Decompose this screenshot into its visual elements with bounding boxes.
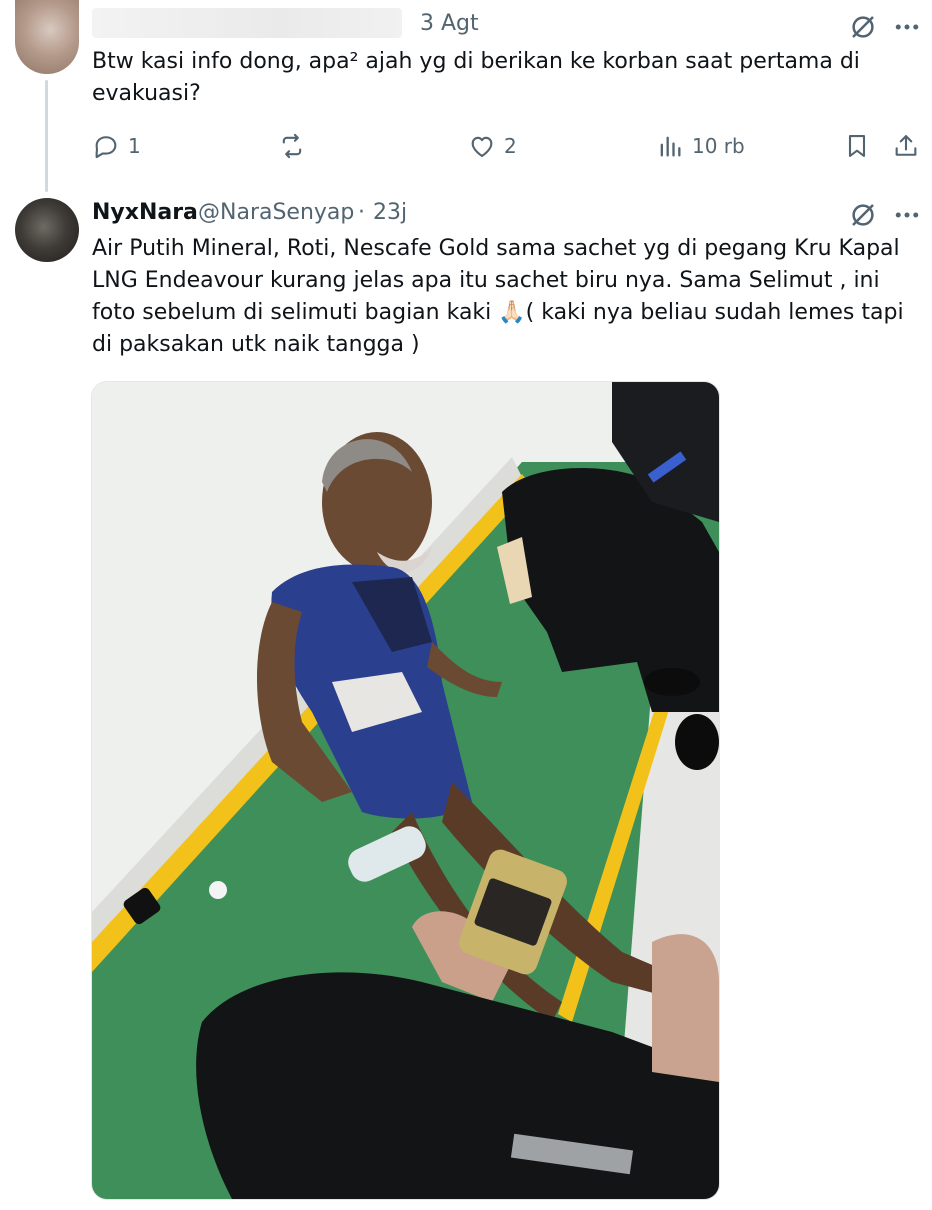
- bookmark-icon: [848, 135, 866, 157]
- reply-button[interactable]: 1: [92, 130, 141, 162]
- author-display-name[interactable]: NyxNara: [92, 200, 198, 225]
- repost-icon: [282, 133, 302, 159]
- tweet-text: Air Putih Mineral, Roti, Nescafe Gold sa…: [92, 236, 904, 357]
- like-button[interactable]: 2: [468, 130, 517, 162]
- views-count: 10 rb: [692, 134, 745, 158]
- more-dots-icon[interactable]: [892, 12, 922, 42]
- reply-text: Btw kasi info dong, apa² ajah yg di beri…: [92, 49, 860, 106]
- tweet-photo[interactable]: [91, 381, 720, 1200]
- reply-icon: [95, 136, 117, 159]
- views-chart-icon: [660, 136, 681, 157]
- grok-icon[interactable]: [848, 200, 878, 230]
- reply-author-name-blurred: [92, 8, 402, 38]
- share-button[interactable]: [892, 130, 920, 162]
- views-button[interactable]: 10 rb: [656, 130, 745, 162]
- heart-icon: [471, 136, 493, 157]
- more-dots-icon[interactable]: [892, 200, 922, 230]
- tweet-timestamp[interactable]: 23j: [373, 200, 407, 225]
- share-icon: [895, 135, 917, 156]
- photo-illustration: [92, 382, 719, 1199]
- reply-count: 1: [128, 134, 141, 158]
- bookmark-button[interactable]: [843, 130, 871, 162]
- thread-connector-line: [45, 80, 48, 192]
- meta-separator: ·: [358, 200, 365, 225]
- grok-icon[interactable]: [848, 12, 878, 42]
- repost-button[interactable]: [278, 130, 314, 162]
- reply-author-avatar[interactable]: [15, 0, 79, 74]
- author-avatar[interactable]: [15, 198, 79, 262]
- author-handle[interactable]: @NaraSenyap: [198, 200, 354, 225]
- reply-timestamp[interactable]: 3 Agt: [420, 11, 479, 36]
- like-count: 2: [504, 134, 517, 158]
